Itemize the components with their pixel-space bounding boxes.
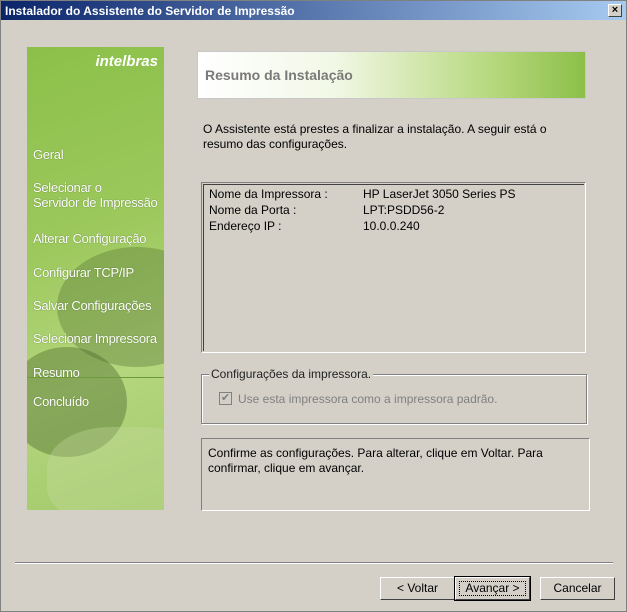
- confirm-note-box: Confirme as configurações. Para alterar,…: [201, 438, 590, 511]
- page-title: Resumo da Instalação: [205, 67, 353, 83]
- current-step-divider: [27, 377, 164, 378]
- summary-inner: Nome da Impressora : HP LaserJet 3050 Se…: [203, 184, 584, 351]
- summary-key: Nome da Impressora :: [209, 187, 328, 201]
- button-separator: [15, 562, 613, 564]
- back-button[interactable]: < Voltar: [380, 577, 455, 600]
- intro-text: O Assistente está prestes a finalizar a …: [203, 122, 547, 151]
- next-button[interactable]: Avançar >: [454, 576, 531, 601]
- summary-value: 10.0.0.240: [363, 219, 420, 233]
- focus-rect: [459, 581, 526, 596]
- step-alterar-configuracao: Alterar Configuração: [33, 231, 147, 246]
- step-concluido: Concluído: [33, 394, 89, 409]
- page-header: Resumo da Instalação: [197, 51, 586, 99]
- summary-key: Endereço IP :: [209, 219, 282, 233]
- printer-settings-legend: Configurações da impressora.: [209, 367, 374, 381]
- summary-value: LPT:PSDD56-2: [363, 203, 445, 217]
- printer-settings-group: Configurações da impressora. ✔ Use esta …: [201, 367, 587, 424]
- step-configurar-tcpip: Configurar TCP/IP: [33, 265, 134, 280]
- cancel-button[interactable]: Cancelar: [540, 577, 615, 600]
- summary-value: HP LaserJet 3050 Series PS: [363, 187, 516, 201]
- printer-illustration-highlight: [47, 427, 164, 510]
- installer-window: Instalador do Assistente do Servidor de …: [0, 0, 627, 612]
- sidebar-steps: intelbras Geral Selecionar o Servidor de…: [27, 47, 164, 510]
- step-geral: Geral: [33, 147, 64, 162]
- default-printer-label[interactable]: Use esta impressora como a impressora pa…: [238, 392, 497, 406]
- summary-box[interactable]: Nome da Impressora : HP LaserJet 3050 Se…: [201, 182, 586, 353]
- confirm-note-text: Confirme as configurações. Para alterar,…: [208, 446, 543, 475]
- title-bar[interactable]: Instalador do Assistente do Servidor de …: [1, 1, 626, 20]
- step-salvar-configuracoes: Salvar Configurações: [33, 298, 152, 313]
- summary-key: Nome da Porta :: [209, 203, 297, 217]
- intelbras-logo: intelbras: [95, 53, 158, 70]
- step-selecionar-impressora: Selecionar Impressora: [33, 331, 157, 346]
- step-selecionar-servidor: Selecionar o Servidor de Impressão: [33, 180, 158, 210]
- close-button[interactable]: ×: [608, 4, 622, 17]
- window-title: Instalador do Assistente do Servidor de …: [5, 4, 295, 18]
- default-printer-checkbox[interactable]: ✔: [219, 392, 232, 405]
